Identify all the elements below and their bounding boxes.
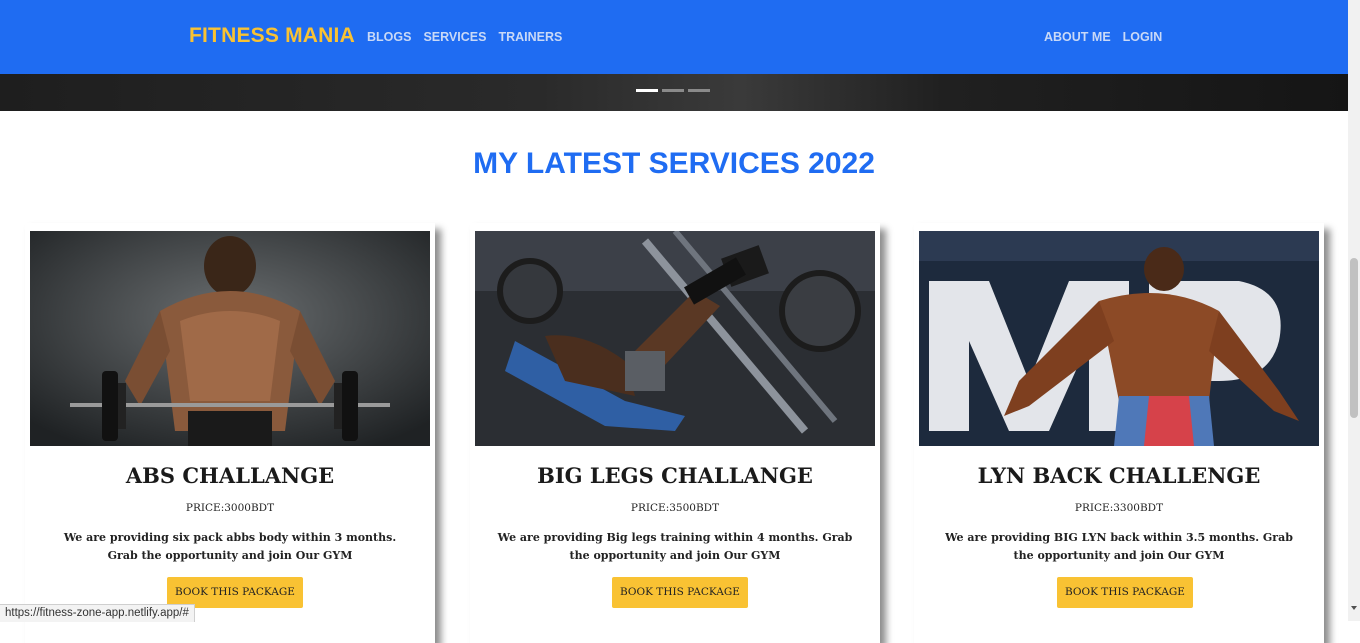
nav-link-blogs[interactable]: BLOGS bbox=[367, 30, 411, 44]
brand-logo[interactable]: FITNESS MANIA bbox=[189, 24, 355, 48]
service-card-back: LYN BACK CHALLENGE PRICE:3300BDT We are … bbox=[914, 223, 1324, 643]
nav-right-links: ABOUT ME LOGIN bbox=[1044, 30, 1162, 44]
status-bar-url: https://fitness-zone-app.netlify.app/# bbox=[0, 604, 195, 622]
card-image-abs bbox=[30, 231, 430, 446]
scroll-down-arrow-icon[interactable] bbox=[1351, 606, 1357, 610]
carousel-indicator-1[interactable] bbox=[636, 89, 658, 92]
nav-link-about-me[interactable]: ABOUT ME bbox=[1044, 30, 1111, 44]
card-price-back: PRICE:3300BDT bbox=[1074, 502, 1164, 514]
book-package-button-legs[interactable]: BOOK THIS PACKAGE bbox=[612, 577, 748, 608]
nav-link-login[interactable]: LOGIN bbox=[1123, 30, 1163, 44]
card-description-back: We are providing BIG LYN back within 3.5… bbox=[945, 531, 1293, 562]
card-description-legs: We are providing Big legs training withi… bbox=[497, 531, 853, 562]
card-description-abs: We are providing six pack abbs body with… bbox=[63, 531, 397, 562]
card-title-abs: ABS CHALLANGE bbox=[125, 463, 335, 488]
nav-left-links: BLOGS SERVICES TRAINERS bbox=[367, 30, 562, 44]
page-scrollbar[interactable] bbox=[1348, 0, 1360, 621]
service-card-legs: BIG LEGS CHALLANGE PRICE:3500BDT We are … bbox=[470, 223, 880, 643]
card-price-abs: PRICE:3000BDT bbox=[185, 502, 275, 514]
scrollbar-thumb[interactable] bbox=[1350, 258, 1358, 418]
section-title: MY LATEST SERVICES 2022 bbox=[473, 147, 875, 180]
nav-link-services[interactable]: SERVICES bbox=[423, 30, 486, 44]
card-title-back: LYN BACK CHALLENGE bbox=[977, 463, 1261, 488]
carousel-indicator-3[interactable] bbox=[688, 89, 710, 92]
card-title-legs: BIG LEGS CHALLANGE bbox=[537, 463, 813, 488]
book-package-button-back[interactable]: BOOK THIS PACKAGE bbox=[1057, 577, 1193, 608]
nav-link-trainers[interactable]: TRAINERS bbox=[498, 30, 562, 44]
service-card-abs: ABS CHALLANGE PRICE:3000BDT We are provi… bbox=[25, 223, 435, 643]
top-navbar: FITNESS MANIA BLOGS SERVICES TRAINERS AB… bbox=[0, 0, 1348, 74]
carousel-indicators bbox=[636, 89, 710, 92]
card-image-back bbox=[919, 231, 1319, 446]
card-image-legs bbox=[475, 231, 875, 446]
carousel-indicator-2[interactable] bbox=[662, 89, 684, 92]
card-price-legs: PRICE:3500BDT bbox=[630, 502, 720, 514]
